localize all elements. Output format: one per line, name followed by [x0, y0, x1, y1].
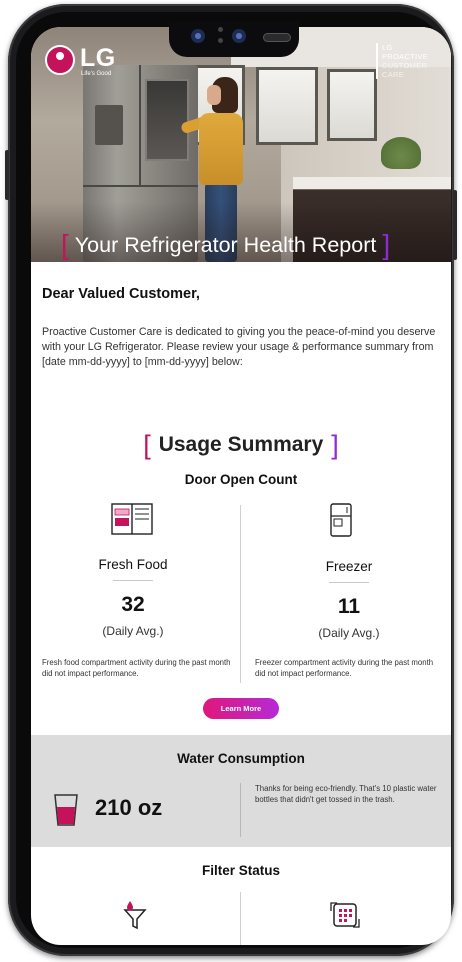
power-button [453, 190, 457, 260]
proactive-line: LG [382, 43, 393, 52]
brand-tagline: Life's Good [81, 71, 112, 77]
intro-paragraph: Proactive Customer Care is dedicated to … [42, 326, 436, 368]
proactive-line: PROACTIVE [382, 52, 429, 61]
water-consumption-section: Water Consumption 210 oz Thanks for bein… [31, 735, 451, 847]
title-bracket-open: [ [61, 229, 69, 260]
email-screen: LG Life's Good LG PROACTIVE CUSTOMER CAR… [31, 27, 451, 945]
air-filter-icon [330, 902, 360, 928]
water-eco-note: Thanks for being eco-friendly. That's 10… [255, 784, 437, 804]
fresh-food-note: Fresh food compartment activity during t… [42, 658, 231, 678]
usage-heading-text: Usage Summary [158, 433, 324, 456]
hero-banner: LG Life's Good LG PROACTIVE CUSTOMER CAR… [31, 27, 451, 262]
hero-window [327, 69, 377, 141]
usage-column-divider [240, 505, 241, 683]
filter-column-divider [240, 892, 241, 945]
water-cup-icon [54, 794, 78, 826]
lg-logo-icon [45, 45, 75, 75]
hero-person-body [199, 113, 243, 185]
fresh-food-count: 32 [121, 593, 145, 616]
report-title: [ Your Refrigerator Health Report ] [61, 230, 431, 260]
usage-summary-heading: [ Usage Summary ] [31, 430, 451, 460]
fresh-food-avg-label: (Daily Avg.) [102, 624, 164, 638]
sensor-icon [218, 27, 223, 32]
fridge-instaview-panel [145, 79, 189, 161]
usage-bracket-close: ] [331, 429, 339, 460]
brand-name: LG [80, 44, 116, 72]
proactive-care-logo: LG PROACTIVE CUSTOMER CARE [376, 43, 440, 79]
fridge-drawer-line [83, 185, 198, 187]
fresh-food-rule [113, 580, 153, 581]
fridge-door-split [139, 65, 141, 185]
learn-more-button[interactable]: Learn More [203, 698, 279, 719]
earpiece-speaker [263, 33, 291, 42]
usage-bracket-open: [ [143, 429, 151, 460]
door-open-count-heading: Door Open Count [184, 472, 298, 487]
hero-window [256, 67, 318, 145]
freezer-rule [329, 582, 369, 583]
fresh-food-label: Fresh Food [98, 557, 168, 572]
water-divider [240, 783, 241, 837]
french-door-fridge-icon [111, 503, 153, 535]
freezer-count: 11 [337, 595, 361, 618]
front-camera-icon [191, 29, 205, 43]
front-camera-icon [232, 29, 246, 43]
water-filter-icon [123, 901, 147, 930]
title-bracket-close: ] [382, 229, 391, 260]
freezer-note: Freezer compartment activity during the … [255, 658, 434, 678]
filter-status-heading: Filter Status [201, 863, 280, 878]
hero-person-face [207, 85, 221, 105]
proactive-line: CUSTOMER [382, 61, 428, 70]
sensor-icon [218, 38, 223, 43]
freezer-icon [330, 503, 352, 537]
water-consumption-heading: Water Consumption [177, 751, 305, 766]
volume-button [5, 150, 9, 200]
fridge-dispenser [95, 105, 123, 145]
lg-logo-dot [56, 52, 64, 60]
freezer-avg-label: (Daily Avg.) [318, 626, 380, 640]
hero-plant [381, 137, 421, 169]
report-title-text: Your Refrigerator Health Report [74, 232, 377, 257]
learn-more-label: Learn More [220, 704, 262, 713]
proactive-line: CARE [382, 70, 405, 79]
greeting: Dear Valued Customer, [42, 286, 200, 302]
camera-notch [169, 21, 299, 57]
freezer-label: Freezer [325, 559, 373, 574]
water-amount: 210 oz [95, 795, 163, 820]
